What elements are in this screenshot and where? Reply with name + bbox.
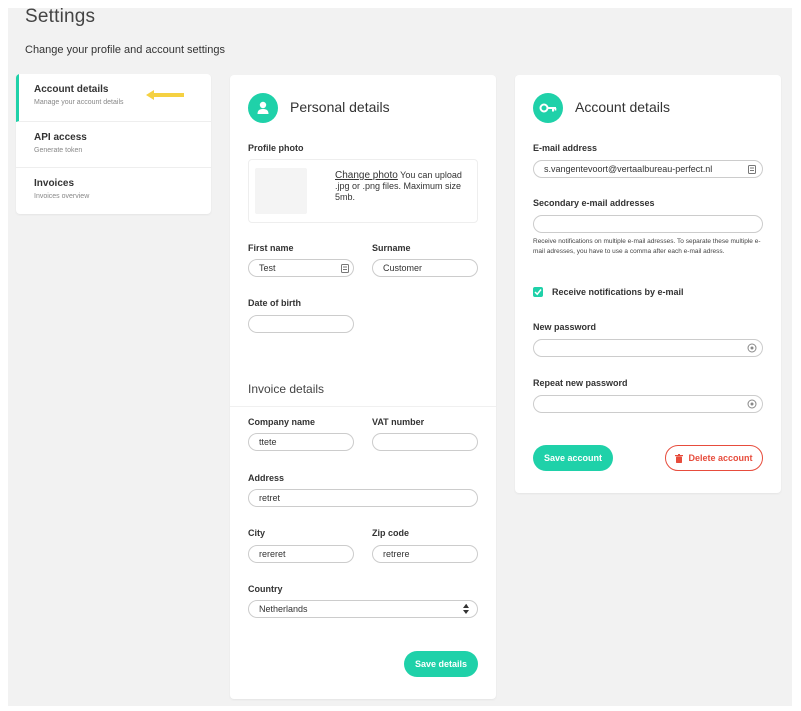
repeat-password-input[interactable]	[533, 395, 763, 413]
settings-sidebar: Account details Manage your account deta…	[16, 74, 211, 214]
vat-number-input[interactable]	[372, 433, 478, 451]
page-subtitle: Change your profile and account settings	[25, 44, 225, 56]
sidebar-item-subtitle: Invoices overview	[34, 193, 90, 200]
new-password-input[interactable]	[533, 339, 763, 357]
surname-input[interactable]	[372, 259, 478, 277]
page-title: Settings	[25, 6, 96, 27]
country-label: Country	[248, 584, 283, 594]
email-label: E-mail address	[533, 143, 598, 153]
sidebar-item-subtitle: Generate token	[34, 147, 83, 154]
company-name-input[interactable]	[248, 433, 354, 451]
address-label: Address	[248, 473, 285, 483]
new-password-label: New password	[533, 322, 597, 332]
save-account-button[interactable]: Save account	[533, 445, 613, 471]
company-name-label: Company name	[248, 417, 316, 427]
secondary-email-label: Secondary e-mail addresses	[533, 198, 655, 208]
notify-label: Receive notifications by e-mail	[552, 287, 684, 297]
password-visibility-icon[interactable]	[747, 343, 757, 353]
user-icon	[248, 93, 278, 123]
city-label: City	[248, 528, 266, 538]
sidebar-item-invoices[interactable]: Invoices Invoices overview	[16, 168, 211, 214]
trash-icon	[675, 453, 684, 463]
sidebar-item-title: API access	[34, 132, 87, 143]
sidebar-item-account-details[interactable]: Account details Manage your account deta…	[16, 74, 211, 122]
zip-code-input[interactable]	[372, 545, 478, 563]
personal-details-card: Personal details Profile photo Change ph…	[230, 75, 496, 699]
sidebar-item-subtitle: Manage your account details	[34, 99, 124, 106]
account-details-card: Account details E-mail address Secondary…	[515, 75, 781, 493]
contact-card-icon	[748, 165, 756, 174]
contact-card-icon	[341, 264, 349, 273]
profile-photo-box: Change photo You can upload .jpg or .png…	[248, 159, 478, 223]
sidebar-item-title: Invoices	[34, 178, 75, 189]
save-details-button[interactable]: Save details	[404, 651, 478, 677]
key-icon	[533, 93, 563, 123]
section-divider	[230, 406, 496, 407]
secondary-email-input[interactable]	[533, 215, 763, 233]
city-input[interactable]	[248, 545, 354, 563]
profile-photo-label: Profile photo	[248, 143, 304, 153]
vat-number-label: VAT number	[372, 417, 425, 427]
profile-photo-preview	[255, 168, 307, 214]
notify-checkbox[interactable]	[533, 287, 543, 297]
account-details-title: Account details	[575, 99, 670, 115]
secondary-email-help: Receive notifications on multiple e-mail…	[533, 238, 761, 255]
address-input[interactable]	[248, 489, 478, 507]
delete-account-button[interactable]: Delete account	[665, 445, 763, 471]
first-name-label: First name	[248, 243, 294, 253]
date-of-birth-input[interactable]	[248, 315, 354, 333]
date-of-birth-label: Date of birth	[248, 298, 301, 308]
repeat-password-label: Repeat new password	[533, 378, 628, 388]
password-visibility-icon[interactable]	[747, 399, 757, 409]
change-photo-link[interactable]: Change photo	[335, 170, 398, 181]
sidebar-item-title: Account details	[34, 84, 109, 95]
photo-upload-text: Change photo You can upload .jpg or .png…	[335, 170, 471, 203]
surname-label: Surname	[372, 243, 411, 253]
first-name-input[interactable]	[248, 259, 354, 277]
country-select[interactable]: Netherlands	[248, 600, 478, 618]
sidebar-item-api-access[interactable]: API access Generate token	[16, 122, 211, 168]
invoice-details-title: Invoice details	[248, 382, 325, 396]
email-input[interactable]	[533, 160, 763, 178]
zip-code-label: Zip code	[372, 528, 410, 538]
updown-icon	[463, 604, 469, 614]
delete-account-label: Delete account	[688, 453, 753, 463]
personal-details-title: Personal details	[290, 99, 390, 115]
arrow-left-icon	[146, 90, 184, 100]
country-selected-value: Netherlands	[259, 604, 308, 614]
